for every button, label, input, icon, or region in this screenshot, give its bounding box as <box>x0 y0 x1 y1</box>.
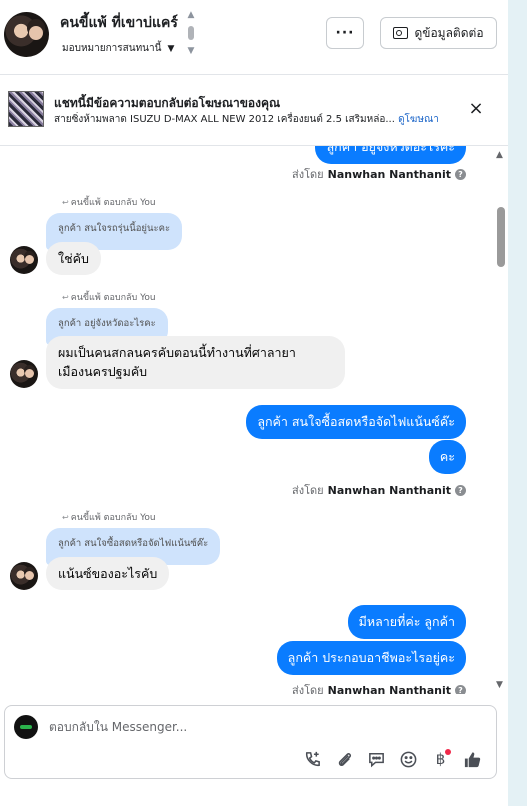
view-contact-info-button[interactable]: ดูข้อมูลติดต่อ <box>380 17 497 49</box>
sent-by-line: ส่งโดย Nanwhan Nanthanit ? <box>292 681 466 694</box>
more-options-button[interactable]: ··· <box>326 17 364 49</box>
ad-banner-title: แชทนี้มีข้อความตอบกลับต่อโฆษณาของคุณ <box>54 96 281 110</box>
assign-conversation-dropdown[interactable]: มอบหมายการสนทนานี้ ▼ <box>62 41 174 56</box>
scroll-down-icon[interactable]: ▼ <box>496 680 503 690</box>
outgoing-message[interactable]: ลูกค้า ประกอบอาชีพอะไรอยู่คะ <box>276 641 466 675</box>
outgoing-message[interactable]: คะ <box>428 440 466 474</box>
composer-toolbar: ฿ <box>301 747 484 771</box>
reply-label-text: คนขี้แพ้ ตอบกลับ You <box>70 198 156 208</box>
scroll-thumb[interactable] <box>188 26 194 40</box>
contact-avatar-small[interactable] <box>10 246 38 274</box>
thread-scrollbar[interactable]: ▲ ▼ <box>494 146 508 694</box>
reply-arrow-icon: ↩ <box>62 293 69 302</box>
reply-label: ↩ คนขี้แพ้ ตอบกลับ You <box>62 195 156 209</box>
ad-reply-banner: แชทนี้มีข้อความตอบกลับต่อโฆษณาของคุณ สาย… <box>0 76 508 146</box>
reply-label-text: คนขี้แพ้ ตอบกลับ You <box>70 293 156 303</box>
reply-input[interactable] <box>49 718 429 736</box>
reply-label: ↩ คนขี้แพ้ ตอบกลับ You <box>62 290 156 304</box>
view-contact-info-label: ดูข้อมูลติดต่อ <box>414 25 484 40</box>
notification-dot <box>445 748 451 755</box>
reply-label: ↩ คนขี้แพ้ ตอบกลับ You <box>62 510 156 524</box>
outgoing-message[interactable]: ลูกค้า สนใจซื้อสดหรือจัดไฟแน้นซ์ค๊ะ <box>246 405 466 439</box>
sender-name: Nanwhan Nanthanit <box>327 683 451 695</box>
like-icon[interactable] <box>461 748 484 771</box>
incoming-message[interactable]: แน้นซ์ของอะไรคับ <box>46 557 170 591</box>
saved-reply-icon[interactable] <box>365 748 388 771</box>
more-icon: ··· <box>335 25 355 41</box>
scroll-up-icon[interactable]: ▲ <box>496 150 503 160</box>
contact-name[interactable]: คนขี้แพ้ ที่เขาบ่แคร์ <box>60 12 178 34</box>
message-line: ผมเป็นคนสกลนครคับตอนนี้ทำงานที่ศาลายา <box>58 345 296 360</box>
sender-name: Nanwhan Nanthanit <box>327 483 451 497</box>
reply-arrow-icon: ↩ <box>62 198 69 207</box>
info-icon[interactable]: ? <box>455 484 466 496</box>
info-icon[interactable]: ? <box>455 168 466 180</box>
close-icon[interactable]: × <box>467 100 485 118</box>
scroll-up-icon: ▲ <box>187 10 195 20</box>
ad-description: สายซิ่งห้ามพลาด ISUZU D-MAX ALL NEW 2012… <box>54 114 395 125</box>
contact-card-icon <box>393 27 409 39</box>
incoming-message[interactable]: ใช่คับ <box>46 242 101 276</box>
name-scroller[interactable]: ▲ ▼ <box>186 10 196 56</box>
info-icon[interactable]: ? <box>455 684 466 694</box>
incoming-message[interactable]: ผมเป็นคนสกลนครคับตอนนี้ทำงานที่ศาลายา เม… <box>46 336 345 389</box>
phone-add-icon[interactable] <box>301 748 324 771</box>
outgoing-message[interactable]: ลูกค้า อยู่จังหวัดอะไรคะ <box>315 146 466 164</box>
sender-name: Nanwhan Nanthanit <box>327 167 451 181</box>
message-thread[interactable]: ลูกค้า อยู่จังหวัดอะไรคะ ส่งโดย Nanwhan … <box>0 146 494 694</box>
page-avatar <box>14 715 38 739</box>
attachment-icon[interactable] <box>333 748 356 771</box>
window-edge <box>508 0 527 806</box>
sent-by-prefix: ส่งโดย <box>292 684 324 694</box>
contact-avatar-small[interactable] <box>10 360 38 388</box>
bottom-spacer <box>0 786 508 806</box>
conversation-panel: คนขี้แพ้ ที่เขาบ่แคร์ มอบหมายการสนทนานี้… <box>0 0 508 806</box>
sent-by-line: ส่งโดย Nanwhan Nanthanit ? <box>292 165 466 183</box>
scroll-down-icon: ▼ <box>187 46 195 56</box>
conversation-header: คนขี้แพ้ ที่เขาบ่แคร์ มอบหมายการสนทนานี้… <box>0 0 508 75</box>
caret-down-icon: ▼ <box>167 43 175 54</box>
reply-label-text: คนขี้แพ้ ตอบกลับ You <box>70 513 156 523</box>
payment-icon[interactable]: ฿ <box>429 748 452 771</box>
view-ad-link[interactable]: ดูโฆษณา <box>398 114 439 125</box>
outgoing-message[interactable]: มีหลายที่ค่ะ ลูกค้า <box>347 605 466 639</box>
message-composer: ฿ <box>4 705 497 779</box>
sent-by-line: ส่งโดย Nanwhan Nanthanit ? <box>292 481 466 499</box>
sent-by-prefix: ส่งโดย <box>292 168 324 181</box>
contact-avatar-small[interactable] <box>10 562 38 590</box>
assign-label: มอบหมายการสนทนานี้ <box>62 43 162 54</box>
scroll-thumb[interactable] <box>497 207 505 267</box>
contact-avatar[interactable] <box>4 12 49 57</box>
ad-banner-subtitle: สายซิ่งห้ามพลาด ISUZU D-MAX ALL NEW 2012… <box>54 112 454 127</box>
message-line: เมืองนครปฐมคับ <box>58 364 148 380</box>
sent-by-prefix: ส่งโดย <box>292 484 324 497</box>
emoji-icon[interactable] <box>397 748 420 771</box>
ad-thumbnail[interactable] <box>8 91 44 127</box>
reply-arrow-icon: ↩ <box>62 513 69 522</box>
